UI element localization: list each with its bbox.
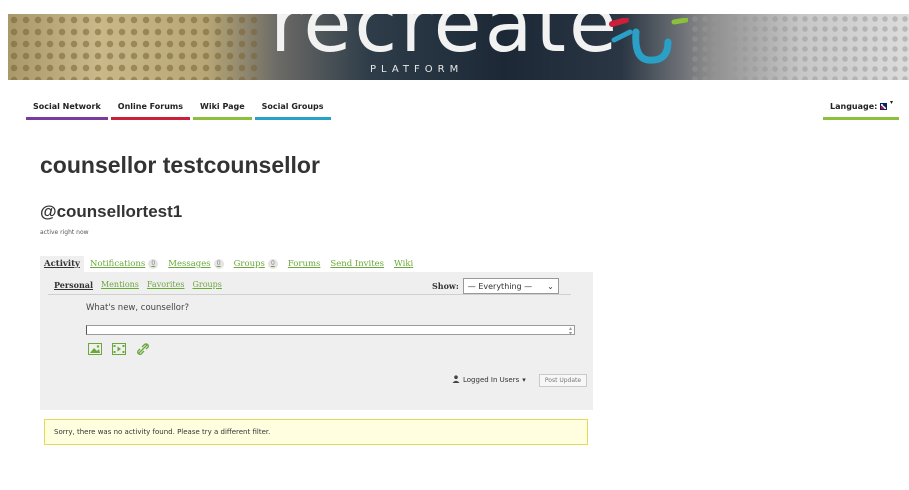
messages-count: 0 — [213, 259, 224, 269]
filter-label: Show: — [432, 281, 459, 291]
brand-logo-text: recreate — [270, 14, 620, 70]
subnav-mentions[interactable]: Mentions — [101, 280, 139, 290]
filter-selected-value: — Everything — — [467, 281, 533, 291]
post-update-button[interactable]: Post Update — [539, 374, 587, 387]
video-upload-icon[interactable] — [112, 342, 126, 355]
resize-handle-icon[interactable]: ▴ ▾ — [569, 326, 572, 337]
activity-panel: Personal Mentions Favorites Groups Show:… — [40, 272, 593, 410]
profile-name: counsellor testcounsellor — [40, 152, 320, 178]
nav-online-forums[interactable]: Online Forums — [110, 102, 191, 120]
nav-social-network[interactable]: Social Network — [26, 102, 108, 120]
caret-down-icon: ▾ — [889, 99, 893, 106]
header-banner: recreate PLATFORM — [8, 14, 909, 80]
activity-status: active right now — [40, 229, 89, 236]
activity-subnav: Personal Mentions Favorites Groups — [54, 280, 222, 290]
main-nav: Social Network Online Forums Wiki Page S… — [26, 102, 334, 120]
banner-pattern-right — [690, 14, 909, 80]
uk-flag-icon — [880, 103, 887, 110]
nav-wiki-page[interactable]: Wiki Page — [193, 102, 252, 120]
filter-select[interactable]: — Everything — ⌄ — [462, 278, 559, 294]
tab-notifications[interactable]: Notifications 0 — [86, 256, 162, 272]
groups-count: 0 — [267, 259, 278, 269]
visibility-label: Logged In Users — [463, 376, 520, 384]
user-icon — [452, 375, 460, 385]
nav-social-groups[interactable]: Social Groups — [254, 102, 331, 120]
profile-tabs: Activity Notifications 0 Messages 0 Groups… — [40, 256, 419, 272]
media-attach-bar — [88, 342, 150, 355]
tab-activity[interactable]: Activity — [40, 256, 84, 272]
banner-pattern-left — [8, 14, 258, 80]
post-prompt: What's new, counsellor? — [86, 303, 190, 313]
brand-subtitle: PLATFORM — [370, 64, 464, 75]
tab-groups[interactable]: Groups 0 — [230, 256, 282, 272]
notifications-count: 0 — [148, 259, 159, 269]
whats-new-textarea[interactable]: ▴ ▾ — [86, 325, 575, 337]
link-attach-icon[interactable] — [136, 342, 150, 355]
profile-handle: @counsellortest1 — [40, 202, 183, 221]
tab-messages[interactable]: Messages 0 — [164, 256, 227, 272]
activity-filter: Show: — Everything — ⌄ — [432, 278, 559, 294]
subnav-personal[interactable]: Personal — [54, 280, 93, 290]
caret-down-icon: ▾ — [522, 376, 526, 384]
image-upload-icon[interactable] — [88, 342, 102, 355]
subnav-favorites[interactable]: Favorites — [147, 280, 185, 290]
tab-forums[interactable]: Forums — [284, 256, 325, 272]
no-activity-notice: Sorry, there was no activity found. Plea… — [44, 419, 588, 445]
chevron-down-icon: ⌄ — [547, 281, 554, 291]
tab-send-invites[interactable]: Send Invites — [326, 256, 388, 272]
brand-logo-icon — [609, 18, 688, 64]
subnav-groups[interactable]: Groups — [192, 280, 221, 290]
language-label: Language: — [830, 102, 878, 111]
language-selector[interactable]: Language: ▾ — [823, 99, 899, 120]
subnav-divider — [48, 294, 571, 295]
tab-wiki[interactable]: Wiki — [390, 256, 417, 272]
visibility-selector[interactable]: Logged In Users ▾ — [452, 375, 526, 385]
